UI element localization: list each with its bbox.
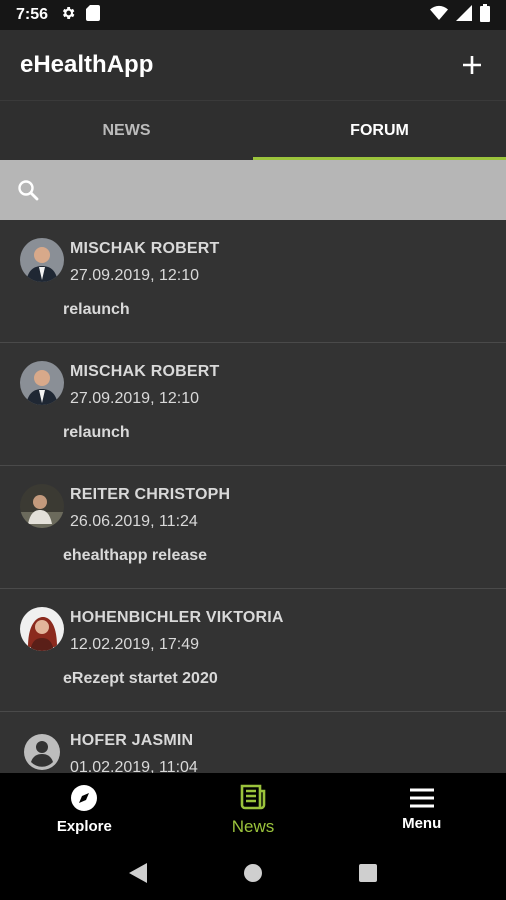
search-input[interactable]	[52, 170, 490, 210]
post-title: ehealthapp release	[63, 547, 208, 564]
forum-post-item[interactable]: MISCHAK ROBERT 27.09.2019, 12:10 relaunc…	[0, 220, 506, 343]
post-date: 12.02.2019, 17:49	[70, 636, 200, 653]
avatar	[20, 607, 64, 651]
signal-icon	[456, 4, 472, 26]
system-nav	[0, 846, 506, 900]
newspaper-icon	[240, 784, 266, 809]
nav-news-label: News	[231, 816, 275, 836]
status-bar: 7:56	[0, 0, 506, 30]
tab-forum[interactable]: FORUM	[253, 101, 506, 160]
nav-menu[interactable]: Menu	[337, 773, 506, 846]
avatar-placeholder-icon	[20, 730, 64, 773]
add-post-button[interactable]	[458, 51, 486, 79]
compass-icon	[71, 785, 98, 811]
post-author: MISCHAK ROBERT	[70, 240, 220, 257]
nav-explore[interactable]: Explore	[0, 773, 169, 846]
post-author: REITER CHRISTOPH	[70, 486, 231, 503]
home-button[interactable]	[238, 858, 268, 888]
post-author: HOHENBICHLER VIKTORIA	[70, 609, 284, 626]
status-left-icons	[60, 4, 101, 26]
tab-news-label: NEWS	[102, 121, 151, 139]
post-author: HOFER JASMIN	[70, 732, 194, 749]
avatar	[20, 361, 64, 405]
post-title: relaunch	[63, 301, 130, 318]
post-date: 01.02.2019, 11:04	[70, 759, 198, 773]
forum-post-item[interactable]: HOHENBICHLER VIKTORIA 12.02.2019, 17:49 …	[0, 589, 506, 712]
recents-button[interactable]	[353, 858, 383, 888]
app-bar: eHealthApp	[0, 30, 506, 100]
post-author: MISCHAK ROBERT	[70, 363, 220, 380]
search-bar	[0, 160, 506, 220]
back-button[interactable]	[123, 858, 153, 888]
sd-card-icon	[86, 4, 101, 26]
tab-forum-label: FORUM	[350, 121, 409, 139]
hamburger-icon	[409, 788, 434, 808]
post-title: eRezept startet 2020	[63, 670, 218, 687]
avatar	[20, 238, 64, 282]
forum-list: MISCHAK ROBERT 27.09.2019, 12:10 relaunc…	[0, 220, 506, 773]
nav-news[interactable]: News	[169, 773, 338, 846]
post-date: 26.06.2019, 11:24	[70, 513, 198, 530]
gear-icon	[60, 5, 76, 26]
forum-post-item[interactable]: MISCHAK ROBERT 27.09.2019, 12:10 relaunc…	[0, 343, 506, 466]
wifi-icon	[430, 5, 448, 26]
post-date: 27.09.2019, 12:10	[70, 390, 200, 407]
app-title: eHealthApp	[20, 51, 154, 78]
forum-post-item[interactable]: REITER CHRISTOPH 26.06.2019, 11:24 eheal…	[0, 466, 506, 589]
bottom-nav: Explore News Menu	[0, 773, 506, 846]
tab-bar: NEWS FORUM	[0, 100, 506, 160]
recents-icon	[359, 864, 378, 882]
tab-news[interactable]: NEWS	[0, 101, 253, 160]
back-icon	[128, 863, 147, 883]
forum-post-item[interactable]: HOFER JASMIN 01.02.2019, 11:04	[0, 712, 506, 773]
plus-icon	[463, 56, 481, 74]
nav-menu-label: Menu	[402, 815, 442, 832]
home-icon	[243, 864, 262, 882]
status-right-icons	[430, 3, 490, 27]
nav-explore-label: Explore	[56, 818, 112, 835]
avatar	[20, 484, 64, 528]
post-title: relaunch	[63, 424, 130, 441]
search-icon	[18, 180, 39, 201]
status-time: 7:56	[16, 6, 49, 23]
post-date: 27.09.2019, 12:10	[70, 267, 200, 284]
battery-icon	[480, 3, 490, 27]
